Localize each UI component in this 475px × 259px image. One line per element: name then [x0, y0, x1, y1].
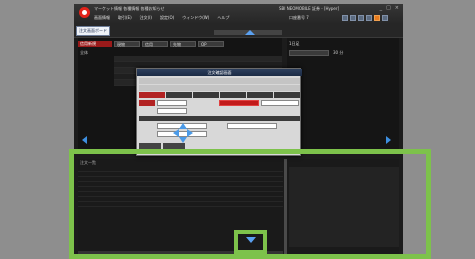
toolbar-button[interactable]: [358, 15, 364, 21]
condition-field[interactable]: [157, 108, 187, 114]
left-tab-label: 現物: [117, 42, 125, 47]
dialog-row: [139, 78, 300, 84]
window-controls: _ □ ×: [380, 6, 399, 11]
quantity-field[interactable]: [157, 100, 187, 106]
left-panel-header: 信用新規: [78, 41, 112, 47]
dialog-info-rows: [139, 78, 300, 92]
menu-item[interactable]: 設定(O): [160, 15, 174, 20]
order-type-badge: [139, 100, 155, 106]
toolbar-row: 注文画面ボード: [74, 24, 403, 38]
right-select[interactable]: [289, 50, 329, 56]
left-tab-label: OP: [201, 42, 207, 47]
right-panel: 1日足 30 分: [287, 38, 399, 150]
move-right-icon: [187, 129, 193, 137]
toolbar-button[interactable]: [342, 15, 348, 21]
menu-item[interactable]: 画面情報: [94, 15, 110, 20]
move-left-icon: [173, 129, 179, 137]
toolbar-button[interactable]: [366, 15, 372, 21]
dialog-tab[interactable]: [247, 92, 273, 98]
menu-bar: 画面情報 取引(E) 注文(I) 設定(O) ウィンドウ(W) ヘルプ: [94, 15, 229, 20]
left-tab[interactable]: OP: [198, 41, 224, 47]
minimize-button[interactable]: _: [380, 6, 383, 11]
board-tab[interactable]: 注文画面ボード: [76, 26, 110, 36]
left-tab-label: 先物: [173, 42, 181, 47]
toolbar-button[interactable]: [350, 15, 356, 21]
right-sub-label: 30 分: [333, 50, 344, 55]
window-right-title: SBI NEOMOBILE 証券 - [Hyper]: [279, 6, 340, 11]
right-panel-label: 1日足: [289, 41, 300, 46]
app-logo-icon: [79, 7, 90, 18]
dialog-tab[interactable]: [193, 92, 219, 98]
dialog-tab-active[interactable]: [139, 92, 165, 98]
dialog-tab[interactable]: [274, 92, 300, 98]
toolbar-buttons: [342, 15, 388, 21]
window-title: マーケット情報 各種情報 各種お知らせ: [94, 6, 165, 11]
menu-item[interactable]: 注文(I): [140, 15, 152, 20]
left-tab[interactable]: 現物: [114, 41, 140, 47]
chevron-up-icon[interactable]: [245, 30, 255, 35]
price-option-field[interactable]: [261, 100, 299, 106]
dialog-divider: [139, 116, 300, 121]
left-tab[interactable]: 先物: [170, 41, 196, 47]
desktop-background: マーケット情報 各種情報 各種お知らせ SBI NEOMOBILE 証券 - […: [0, 0, 475, 259]
move-cross-icon[interactable]: [173, 123, 193, 143]
left-info-label: 全体: [80, 50, 88, 55]
toolbar-button-orange[interactable]: [374, 15, 380, 21]
close-button[interactable]: ×: [395, 6, 399, 11]
move-up-icon: [179, 123, 187, 129]
price-field[interactable]: [219, 100, 259, 106]
title-bar: マーケット情報 各種情報 各種お知らせ SBI NEOMOBILE 証券 - […: [74, 4, 403, 24]
account-label: 口座番号 7: [289, 15, 309, 20]
dialog-row: [139, 85, 300, 91]
account-type-field[interactable]: [227, 123, 277, 129]
arrow-right-icon[interactable]: [386, 136, 391, 144]
maximize-button[interactable]: □: [386, 6, 391, 11]
left-header-label: 信用新規: [80, 41, 96, 46]
menu-item[interactable]: 取引(E): [118, 15, 132, 20]
order-dialog: 注文確認画面: [136, 68, 302, 156]
arrow-left-icon[interactable]: [82, 136, 87, 144]
move-down-icon: [179, 137, 187, 143]
left-tab[interactable]: 信用: [142, 41, 168, 47]
dialog-tab[interactable]: [166, 92, 192, 98]
left-tab-label: 信用: [145, 42, 153, 47]
menu-item[interactable]: ウィンドウ(W): [182, 15, 209, 20]
highlight-target-frame: [234, 230, 267, 254]
dialog-tabs: [139, 92, 300, 98]
dialog-tab[interactable]: [220, 92, 246, 98]
dialog-title: 注文確認画面: [137, 69, 302, 76]
toolbar-button[interactable]: [382, 15, 388, 21]
menu-item[interactable]: ヘルプ: [217, 15, 229, 20]
